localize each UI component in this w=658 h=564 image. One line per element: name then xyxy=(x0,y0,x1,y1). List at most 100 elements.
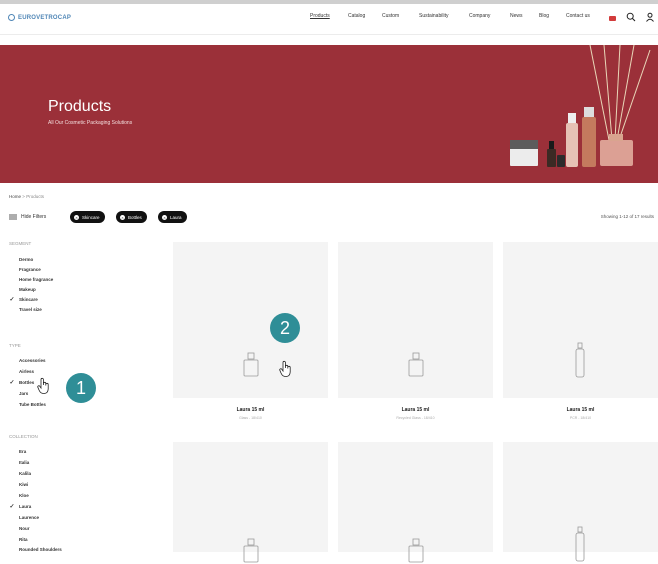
filter-option-jars[interactable]: Jars xyxy=(9,389,28,397)
option-label: Laura xyxy=(19,503,32,509)
user-icon[interactable] xyxy=(645,12,655,22)
main-nav: Products Catalog Custom Sustainability C… xyxy=(0,13,658,25)
hand-cursor-icon xyxy=(279,360,291,377)
filter-option-nour[interactable]: Nour xyxy=(9,524,30,532)
filter-option-home-fragrance[interactable]: Home fragrance xyxy=(9,275,53,283)
product-subtitle: Glass - 18/410 xyxy=(239,416,262,420)
filter-option-skincare[interactable]: ✓ Skincare xyxy=(9,295,37,303)
close-icon[interactable]: × xyxy=(162,214,167,220)
filter-option-laurence[interactable]: Laurence xyxy=(9,513,39,521)
filter-option-era[interactable]: Era xyxy=(9,447,26,455)
filter-option-makeup[interactable]: Makeup xyxy=(9,285,36,293)
nav-catalog[interactable]: Catalog xyxy=(348,13,365,19)
nav-contact-us[interactable]: Contact us xyxy=(566,13,590,19)
filter-option-tube-bottles[interactable]: Tube Bottles xyxy=(9,400,46,408)
page-subtitle: All Our Cosmetic Packaging Solutions xyxy=(48,120,133,126)
close-icon[interactable]: × xyxy=(120,214,125,220)
product-title[interactable]: Laura 15 ml xyxy=(173,407,328,413)
check-icon[interactable]: ✓ xyxy=(9,379,15,386)
flag-icon[interactable] xyxy=(609,16,616,21)
nav-custom[interactable]: Custom xyxy=(382,13,399,19)
step-badge-1: 1 xyxy=(66,373,96,403)
filter-icon xyxy=(9,214,17,220)
breadcrumb-home[interactable]: Home xyxy=(9,194,21,199)
product-card[interactable] xyxy=(173,442,328,563)
product-title[interactable]: Laura 15 ml xyxy=(338,407,493,413)
filter-option-kiwi[interactable]: Kiwi xyxy=(9,480,28,488)
filter-option-kloe[interactable]: Kloe xyxy=(9,491,29,499)
hero-product-image xyxy=(510,45,651,167)
hero-banner: Products All Our Cosmetic Packaging Solu… xyxy=(0,45,658,183)
option-label: Kalila xyxy=(19,470,32,476)
chip-label: Skincare xyxy=(82,214,100,220)
tall-bottle-icon xyxy=(575,342,585,378)
option-label: Era xyxy=(19,448,27,454)
nav-company[interactable]: Company xyxy=(469,13,490,19)
option-label: Italia xyxy=(19,459,30,465)
square-bottle-icon xyxy=(408,352,424,377)
product-card[interactable] xyxy=(338,442,493,563)
filter-option-rita[interactable]: Rita xyxy=(9,535,28,543)
chip-bottles[interactable]: × Bottles xyxy=(116,211,147,223)
option-label: Fragrance xyxy=(19,266,41,272)
breadcrumb-separator: > xyxy=(22,194,25,199)
product-subtitle: Recycled Glass - 18/410 xyxy=(396,416,435,420)
option-label: Rounded Shoulders xyxy=(19,546,62,552)
hand-cursor-icon xyxy=(37,377,49,394)
tall-bottle-icon xyxy=(575,526,585,562)
option-label: Bottles xyxy=(19,379,35,385)
option-label: Travel size xyxy=(19,306,42,312)
chip-label: Laura xyxy=(170,214,182,220)
check-icon[interactable]: ✓ xyxy=(9,296,15,303)
product-title[interactable]: Laura 15 ml xyxy=(503,407,658,413)
step-badge-2: 2 xyxy=(270,313,300,343)
close-icon[interactable]: × xyxy=(74,214,79,220)
option-label: Accessories xyxy=(19,357,46,363)
filter-option-laura[interactable]: ✓ Laura xyxy=(9,502,31,510)
option-label: Jars xyxy=(19,390,29,396)
product-card[interactable] xyxy=(503,442,658,562)
filter-option-bottles[interactable]: ✓ Bottles xyxy=(9,378,34,386)
product-card[interactable] xyxy=(338,242,493,398)
square-bottle-icon xyxy=(243,352,259,377)
filter-heading-segment: SEGMENT xyxy=(9,241,32,246)
filter-option-kalila[interactable]: Kalila xyxy=(9,469,31,477)
chip-label: Bottles xyxy=(128,214,142,220)
filter-option-italia[interactable]: Italia xyxy=(9,458,29,466)
filter-option-airless[interactable]: Airless xyxy=(9,367,34,375)
option-label: Tube Bottles xyxy=(19,401,46,407)
nav-blog[interactable]: Blog xyxy=(539,13,549,19)
option-label: Home fragrance xyxy=(19,276,54,282)
option-label: Rita xyxy=(19,536,28,542)
breadcrumb: Home > Products xyxy=(9,194,44,199)
option-label: Kiwi xyxy=(19,481,29,487)
square-bottle-icon xyxy=(408,538,424,563)
chip-laura[interactable]: × Laura xyxy=(158,211,187,223)
filter-option-fragrance[interactable]: Fragrance xyxy=(9,265,41,273)
filter-option-dermo[interactable]: Dermo xyxy=(9,255,33,263)
nav-news[interactable]: News xyxy=(510,13,523,19)
option-label: Dermo xyxy=(19,256,34,262)
nav-products[interactable]: Products xyxy=(310,13,330,19)
hide-filters-label: Hide Filters xyxy=(21,214,47,220)
option-label: Airless xyxy=(19,368,35,374)
hide-filters-button[interactable]: Hide Filters xyxy=(9,211,46,223)
site-header: EUROVETROCAP Products Catalog Custom Sus… xyxy=(0,4,658,35)
check-icon[interactable]: ✓ xyxy=(9,503,15,510)
product-card[interactable] xyxy=(503,242,658,398)
filter-heading-type: TYPE xyxy=(9,343,21,348)
breadcrumb-current: Products xyxy=(26,194,44,199)
chip-skincare[interactable]: × Skincare xyxy=(70,211,105,223)
option-label: Nour xyxy=(19,525,30,531)
search-icon[interactable] xyxy=(626,12,636,22)
nav-sustainability[interactable]: Sustainability xyxy=(419,13,448,19)
filter-toolbar: Hide Filters × Skincare × Bottles × Laur… xyxy=(9,211,654,223)
option-label: Kloe xyxy=(19,492,29,498)
product-card[interactable] xyxy=(173,242,328,398)
page-title: Products xyxy=(48,98,112,115)
option-label: Makeup xyxy=(19,286,36,292)
filter-heading-collection: COLLECTION xyxy=(9,434,38,439)
square-bottle-icon xyxy=(243,538,259,563)
filter-option-travel-size[interactable]: Travel size xyxy=(9,305,42,313)
filter-option-accessories[interactable]: Accessories xyxy=(9,356,46,364)
